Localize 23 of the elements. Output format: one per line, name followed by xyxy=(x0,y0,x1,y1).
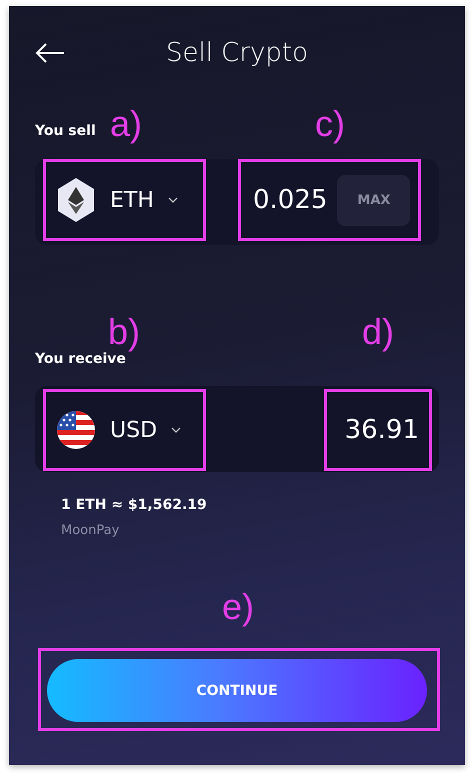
annotation-label: e) xyxy=(222,589,254,625)
amount-value: 36.91 xyxy=(344,415,419,445)
amount-field[interactable]: 0.025 MAX xyxy=(238,159,421,241)
continue-button[interactable]: CONTINUE xyxy=(47,659,427,722)
amount-value: 0.025 xyxy=(253,185,328,215)
back-arrow-icon[interactable] xyxy=(35,42,65,64)
currency-code: USD xyxy=(110,418,158,442)
annotation-label: d) xyxy=(362,314,394,350)
currency-selector[interactable]: USD xyxy=(43,389,206,471)
currency-code: ETH xyxy=(110,188,154,212)
exchange-rate: 1 ETH ≈ $1,562.19 xyxy=(61,497,208,513)
currency-selector[interactable]: ETH xyxy=(43,159,206,241)
provider-name: MoonPay xyxy=(61,523,120,538)
ether-coin-icon xyxy=(56,178,96,222)
screen-title: Sell Crypto xyxy=(166,38,308,68)
section-label: You sell xyxy=(35,123,96,139)
chevron-down-icon xyxy=(168,197,178,203)
max-button[interactable]: MAX xyxy=(337,174,410,226)
annotation-label: c) xyxy=(315,106,345,142)
chevron-down-icon xyxy=(171,427,182,433)
annotation-label: a) xyxy=(110,106,142,142)
annotation-label: b) xyxy=(108,314,140,350)
section-label: You receive xyxy=(35,351,126,367)
